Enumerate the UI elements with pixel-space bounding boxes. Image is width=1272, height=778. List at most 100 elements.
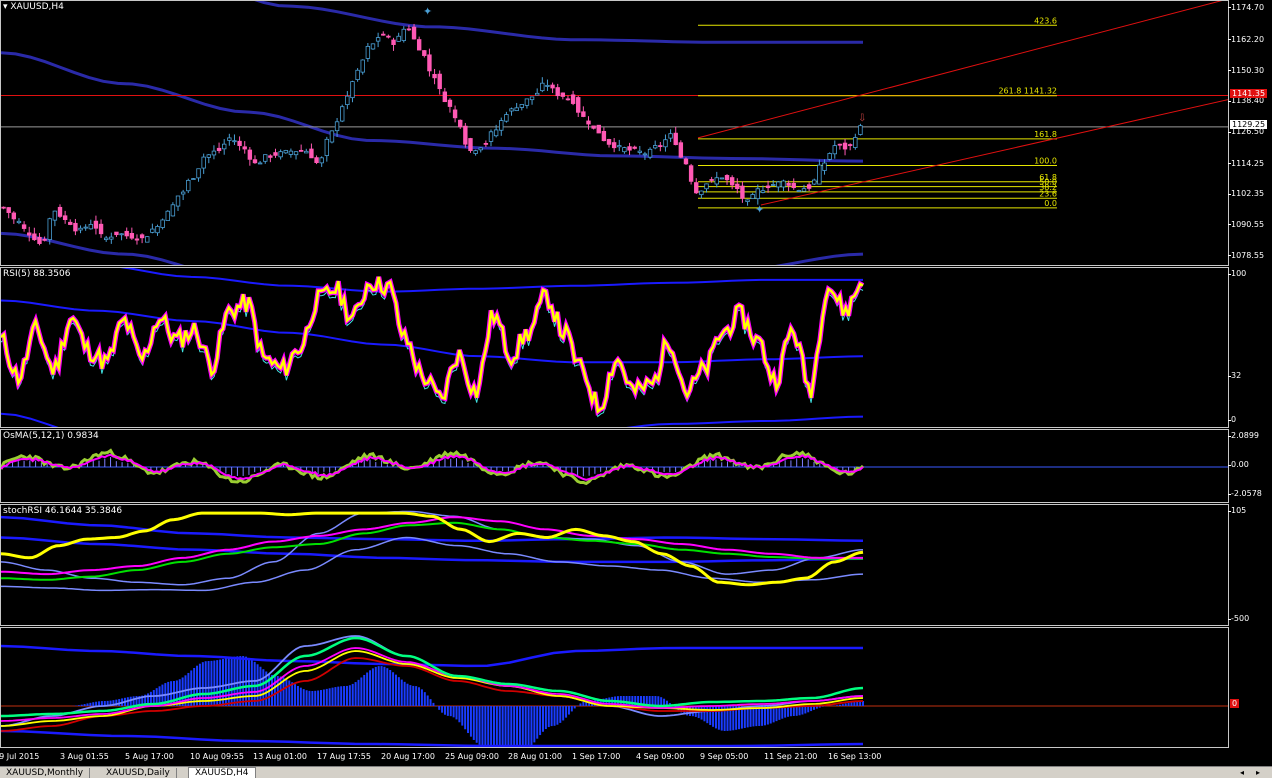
- candle-body: [150, 228, 155, 233]
- chart-tabs: XAUUSD,Monthly XAUUSD,Daily XAUUSD,H4 ◂ …: [0, 766, 1272, 778]
- time-axis-label: 3 Aug 01:55: [60, 752, 109, 761]
- time-axis-label: 4 Sep 09:00: [636, 752, 685, 761]
- candle-body: [62, 215, 68, 221]
- candle-body: [606, 139, 612, 145]
- candle-body: [232, 140, 237, 143]
- candle-body: [355, 69, 360, 81]
- tab-xauusd-daily[interactable]: XAUUSD,Daily: [100, 768, 177, 778]
- candle-body: [175, 195, 181, 207]
- candle-body: [324, 138, 330, 156]
- candle-body: [165, 210, 170, 221]
- lower-trend-line: [760, 99, 1228, 206]
- candle-body: [760, 190, 766, 193]
- candle-body: [52, 210, 58, 221]
- rsi-upper-band: [120, 268, 863, 293]
- chart-symbol-title: ▾ XAUUSD,H4: [3, 2, 64, 12]
- candle-body: [663, 139, 668, 148]
- candle-body: [216, 147, 222, 152]
- time-axis-label: 13 Aug 01:00: [253, 752, 307, 761]
- time-axis-label: 29 Jul 2015: [0, 752, 40, 761]
- candle-body: [32, 233, 37, 241]
- price-axis-label: 1078.55: [1227, 250, 1265, 260]
- candle-body: [591, 125, 596, 129]
- candle-body: [47, 218, 52, 240]
- rsi-shadow-line: [1, 276, 865, 417]
- candle-body: [688, 165, 694, 182]
- candle-body: [791, 182, 796, 189]
- candle-body: [781, 180, 786, 188]
- rsi-level-100: 100: [1227, 269, 1247, 278]
- candle-body: [422, 50, 427, 56]
- stoch-level-high: 105: [1227, 506, 1247, 515]
- candle-body: [488, 131, 494, 142]
- candle-body: [57, 206, 63, 217]
- candle-body: [370, 43, 376, 50]
- candle-body: [550, 84, 555, 89]
- candle-body: [514, 107, 519, 112]
- candle-body: [37, 236, 42, 244]
- candle-body: [283, 150, 288, 154]
- candle-body: [673, 132, 678, 146]
- scroll-right-icon[interactable]: ◂: [1240, 768, 1244, 777]
- candle-body: [504, 114, 509, 122]
- tab-xauusd-monthly[interactable]: XAUUSD,Monthly: [0, 768, 91, 778]
- candle-body: [617, 145, 622, 148]
- fibo-level-label: 161.8: [1034, 130, 1057, 139]
- candle-body: [452, 109, 458, 119]
- candle-body: [360, 59, 365, 73]
- price-axis-label: 1150.30: [1227, 65, 1265, 75]
- candle-body: [524, 98, 530, 106]
- time-axis-label: 1 Sep 17:00: [572, 752, 621, 761]
- scroll-left-icon[interactable]: ▸: [1256, 768, 1260, 777]
- osma-panel[interactable]: OsMA(5,12,1) 0.9834: [0, 429, 1229, 503]
- candle-body: [191, 178, 196, 180]
- time-axis-label: 5 Aug 17:00: [125, 752, 174, 761]
- osma-level-high: 2.0899: [1228, 431, 1259, 440]
- hist-price-box: 0: [1230, 699, 1240, 708]
- time-axis-label: 17 Aug 17:55: [317, 752, 371, 761]
- stoch-green-line: [1, 521, 863, 581]
- candle-body: [222, 143, 227, 150]
- candle-body: [586, 120, 591, 125]
- candle-body: [847, 144, 853, 146]
- candle-body: [786, 182, 791, 186]
- stoch-rsi-panel[interactable]: stochRSI 46.1644 35.3846: [0, 504, 1229, 626]
- candle-body: [611, 142, 617, 149]
- candle-body: [678, 142, 684, 158]
- candle-body: [98, 223, 104, 235]
- candle-body: [114, 231, 119, 236]
- candle-body: [540, 82, 545, 92]
- candle-body: [375, 37, 381, 42]
- rsi-level-0: 0: [1227, 415, 1237, 424]
- fibo-level-label: 261.8 1141.32: [998, 87, 1057, 96]
- candle-body: [601, 131, 607, 142]
- fibo-level-label: 23.6: [1039, 189, 1057, 198]
- price-axis-label: 1102.35: [1227, 189, 1265, 199]
- candle-body: [545, 84, 550, 87]
- tab-xauusd-h4[interactable]: XAUUSD,H4: [188, 767, 256, 778]
- candle-body: [263, 154, 268, 162]
- candle-body: [735, 183, 740, 189]
- candle-body: [632, 146, 637, 149]
- rsi-panel[interactable]: RSI(5) 88.3506: [0, 267, 1229, 428]
- time-axis-label: 9 Sep 05:00: [700, 752, 749, 761]
- stoch-bollinger-upper: [1, 510, 864, 586]
- candle-body: [806, 184, 812, 189]
- candle-body: [858, 125, 863, 135]
- candle-body: [853, 137, 858, 148]
- candle-body: [201, 156, 206, 169]
- candle-body: [1, 206, 6, 209]
- fibo-level-label: 0.0: [1044, 199, 1057, 208]
- stoch-rsi-chart: [1, 510, 864, 592]
- candle-body: [206, 154, 211, 158]
- candle-body: [812, 179, 817, 185]
- candle-body: [842, 142, 848, 150]
- candle-body: [694, 182, 699, 194]
- stoch-axis: 105 -500: [1227, 504, 1272, 626]
- candle-body: [155, 226, 160, 234]
- price-chart-panel[interactable]: 423.6 261.8 1141.32 161.8 100.0 61.8 50.0 38.2…: [0, 0, 1229, 266]
- candle-body: [658, 145, 663, 147]
- candle-body: [340, 106, 345, 122]
- time-axis-label: 16 Sep 13:00: [828, 752, 882, 761]
- histogram-panel[interactable]: [0, 627, 1229, 748]
